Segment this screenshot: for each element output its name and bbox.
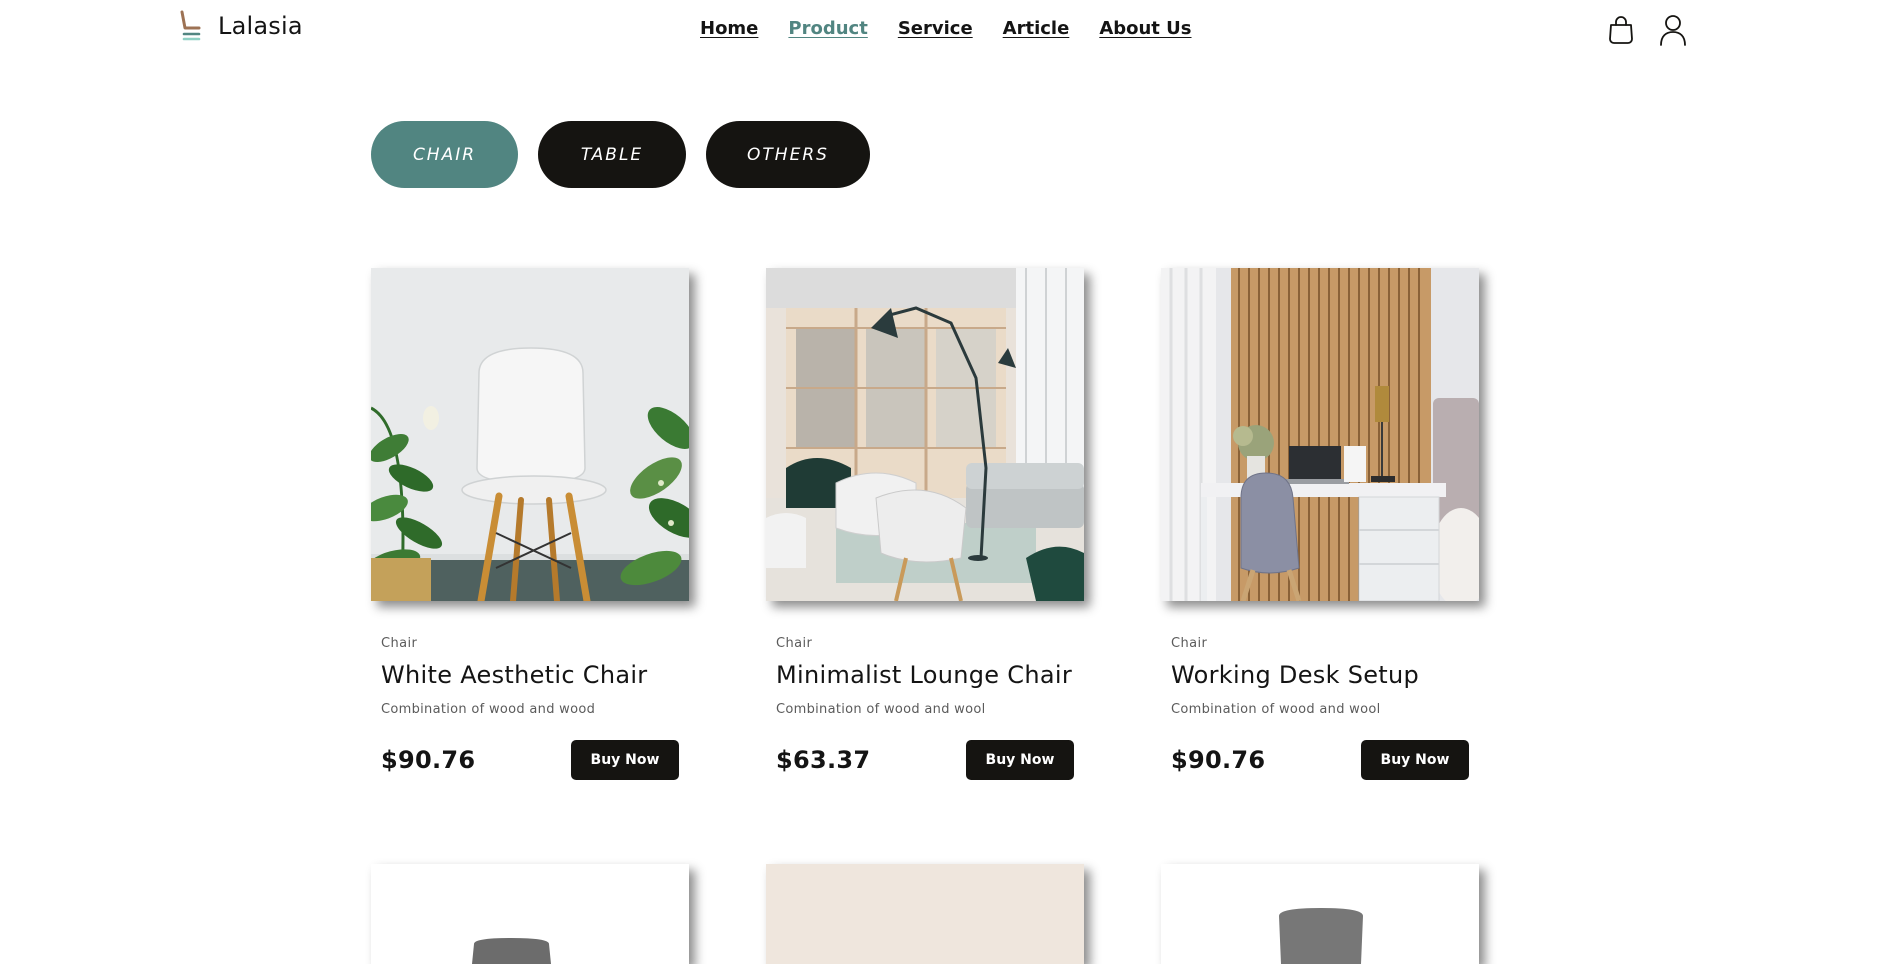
profile-button[interactable] xyxy=(1658,14,1688,46)
tab-table[interactable]: TABLE xyxy=(538,121,686,188)
tab-chair[interactable]: CHAIR xyxy=(371,121,518,188)
product-image[interactable] xyxy=(1161,268,1479,601)
brand-logo[interactable]: Lalasia xyxy=(178,10,303,42)
product-card: Chair White Aesthetic Chair Combination … xyxy=(371,268,689,780)
bag-icon xyxy=(1609,16,1633,44)
grey-seat-illustration xyxy=(1161,864,1479,964)
category-tabs: CHAIR TABLE OTHERS xyxy=(371,121,870,188)
product-image-partial[interactable] xyxy=(1161,864,1479,964)
product-card: Chair Working Desk Setup Combination of … xyxy=(1161,268,1479,780)
product-image-partial[interactable] xyxy=(371,864,689,964)
product-price: $90.76 xyxy=(381,746,476,774)
nav-about-us[interactable]: About Us xyxy=(1099,18,1191,40)
product-description: Combination of wood and wood xyxy=(381,702,596,717)
chair-logo-icon xyxy=(180,10,201,41)
nav-home[interactable]: Home xyxy=(700,18,758,40)
product-card: Chair Minimalist Lounge Chair Combinatio… xyxy=(766,268,1084,780)
lounge-chair-illustration xyxy=(766,268,1084,601)
product-title[interactable]: White Aesthetic Chair xyxy=(381,661,679,689)
product-title[interactable]: Working Desk Setup xyxy=(1171,661,1469,689)
user-icon xyxy=(1660,15,1686,46)
grey-chair-illustration xyxy=(371,864,689,964)
cart-button[interactable] xyxy=(1606,14,1636,46)
buy-now-button[interactable]: Buy Now xyxy=(571,740,679,780)
header-actions xyxy=(1606,14,1688,46)
nav-service[interactable]: Service xyxy=(898,18,973,40)
nav-product[interactable]: Product xyxy=(788,18,867,40)
product-description: Combination of wood and wool xyxy=(1171,702,1381,717)
nav-article[interactable]: Article xyxy=(1003,18,1070,40)
product-image[interactable] xyxy=(371,268,689,601)
main-nav: Home Product Service Article About Us xyxy=(700,18,1192,40)
beige-product-illustration xyxy=(766,864,1084,964)
tab-others[interactable]: OTHERS xyxy=(706,121,870,188)
product-price: $63.37 xyxy=(776,746,871,774)
product-description: Combination of wood and wool xyxy=(776,702,986,717)
buy-now-button[interactable]: Buy Now xyxy=(966,740,1074,780)
product-image-partial[interactable] xyxy=(766,864,1084,964)
product-price: $90.76 xyxy=(1171,746,1266,774)
white-chair-illustration xyxy=(371,268,689,601)
product-category: Chair xyxy=(381,636,418,651)
product-image[interactable] xyxy=(766,268,1084,601)
desk-setup-illustration xyxy=(1161,268,1479,601)
buy-now-button[interactable]: Buy Now xyxy=(1361,740,1469,780)
product-category: Chair xyxy=(1171,636,1208,651)
brand-name: Lalasia xyxy=(218,12,303,40)
product-category: Chair xyxy=(776,636,813,651)
product-title[interactable]: Minimalist Lounge Chair xyxy=(776,661,1074,689)
